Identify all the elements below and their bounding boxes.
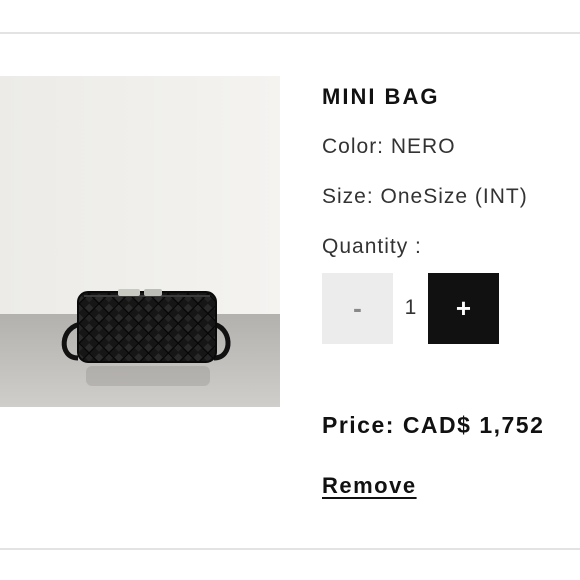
product-title: MINI BAG [322, 84, 440, 109]
quantity-decrease-button[interactable]: - [322, 273, 393, 344]
quantity-value: 1 [404, 296, 417, 319]
top-divider [0, 32, 580, 34]
quantity-label: Quantity : [322, 235, 422, 258]
product-size: Size: OneSize (INT) [322, 185, 528, 208]
quantity-increase-button[interactable]: + [428, 273, 499, 344]
plus-icon: + [455, 293, 472, 323]
product-color: Color: NERO [322, 135, 456, 158]
bottom-divider [0, 548, 580, 550]
product-price: Price: CAD$ 1,752 [322, 412, 545, 438]
remove-link[interactable]: Remove [322, 473, 417, 499]
product-image[interactable] [0, 76, 280, 407]
minus-icon: - [353, 293, 362, 323]
